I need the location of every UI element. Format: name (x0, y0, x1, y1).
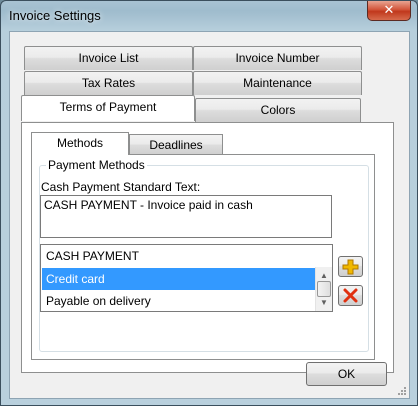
resize-grip-icon[interactable] (397, 386, 407, 396)
dialog-client-area: Invoice List Invoice Number Tax Rates Ma… (9, 31, 410, 399)
methods-panel: Payment Methods Cash Payment Standard Te… (31, 154, 375, 360)
plus-icon (342, 259, 359, 275)
tab-maintenance[interactable]: Maintenance (193, 71, 362, 95)
payment-methods-group: Payment Methods Cash Payment Standard Te… (39, 158, 369, 352)
add-method-button[interactable] (338, 256, 363, 277)
cash-text-input[interactable]: CASH PAYMENT - Invoice paid in cash (40, 195, 332, 238)
delete-x-icon (343, 288, 358, 303)
scroll-down-icon[interactable]: ▼ (316, 294, 332, 311)
tab-invoice-number[interactable]: Invoice Number (193, 46, 362, 70)
group-title: Payment Methods (46, 158, 147, 172)
subtab-methods[interactable]: Methods (31, 132, 129, 155)
subtab-deadlines[interactable]: Deadlines (129, 134, 223, 155)
invoice-settings-window: Invoice Settings ✕ Invoice List Invoice … (0, 0, 418, 406)
delete-method-button[interactable] (338, 285, 363, 306)
list-scrollbar[interactable]: ▲ ▼ (315, 267, 332, 311)
close-icon: ✕ (383, 2, 395, 17)
close-button[interactable]: ✕ (367, 1, 411, 21)
payment-methods-list[interactable]: CASH PAYMENT Credit card Payable on deli… (40, 244, 333, 312)
tab-invoice-list[interactable]: Invoice List (24, 46, 193, 70)
list-item[interactable]: CASH PAYMENT (42, 245, 332, 267)
terms-of-payment-panel: Methods Deadlines Payment Methods Cash P… (21, 122, 394, 373)
tab-colors[interactable]: Colors (195, 98, 361, 122)
ok-button[interactable]: OK (306, 362, 387, 386)
tab-terms-of-payment[interactable]: Terms of Payment (21, 95, 195, 121)
list-item-selected[interactable]: Credit card (42, 268, 317, 290)
tab-tax-rates[interactable]: Tax Rates (24, 71, 193, 95)
title-bar[interactable]: Invoice Settings ✕ (1, 1, 417, 31)
cash-text-label: Cash Payment Standard Text: (41, 180, 201, 194)
list-item[interactable]: Payable on delivery (42, 290, 317, 312)
window-title: Invoice Settings (9, 8, 101, 23)
